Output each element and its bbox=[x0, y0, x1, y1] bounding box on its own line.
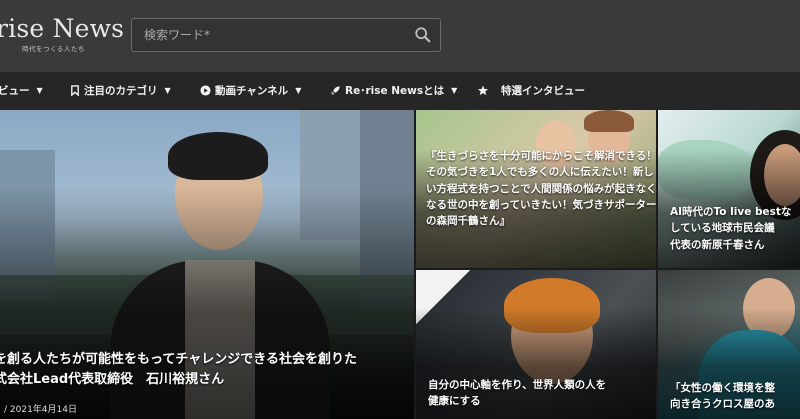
nav-item-label: 特選インタビュー bbox=[501, 85, 585, 97]
site-header: rise News 時代をつくる人たち bbox=[0, 0, 800, 72]
nav-item-label: 動画チャンネル bbox=[215, 85, 289, 97]
bookmark-icon bbox=[71, 85, 79, 96]
chevron-down-icon: ▼ bbox=[295, 86, 302, 95]
nav-item-about[interactable]: Re･rise Newsとは ▼ bbox=[330, 83, 457, 98]
search-box bbox=[131, 18, 441, 52]
article-card-health[interactable]: 自分の中心軸を作り、世界人類の人を 健康にする bbox=[416, 270, 656, 419]
rocket-icon bbox=[330, 86, 340, 96]
article-title[interactable]: AI時代のTo live bestな している地球市民会議 代表の新原千春さん bbox=[670, 204, 800, 253]
nav-item-special-interview[interactable]: 特選インタビュー bbox=[477, 83, 585, 98]
search-icon[interactable] bbox=[414, 26, 432, 44]
chevron-down-icon: ▼ bbox=[36, 86, 43, 95]
search-input[interactable] bbox=[132, 19, 402, 51]
article-title[interactable]: 『生きづらさを十分可能にからこそ解消できる！その気づきを1人でも多くの人に伝えた… bbox=[426, 148, 656, 229]
article-card-morioka[interactable]: 『生きづらさを十分可能にからこそ解消できる！その気づきを1人でも多くの人に伝えた… bbox=[416, 110, 656, 268]
chevron-down-icon: ▼ bbox=[451, 86, 458, 95]
star-icon bbox=[477, 85, 489, 96]
nav-item-video-channel[interactable]: 動画チャンネル ▼ bbox=[200, 83, 301, 98]
nav-item-interview[interactable]: ビュー ▼ bbox=[0, 83, 43, 98]
nav-item-label: 注目のカテゴリ bbox=[84, 85, 158, 97]
chevron-down-icon: ▼ bbox=[164, 86, 171, 95]
article-card-niihara[interactable]: AI時代のTo live bestな している地球市民会議 代表の新原千春さん bbox=[658, 110, 800, 268]
play-circle-icon bbox=[200, 85, 211, 96]
site-logo[interactable]: rise News bbox=[0, 14, 124, 43]
article-date: / 2021年4月14日 bbox=[4, 405, 77, 415]
main-nav: ビュー ▼ 注目のカテゴリ ▼ 動画チャンネル ▼ Re･rise Newsとは… bbox=[0, 72, 800, 110]
nav-item-label: Re･rise Newsとは bbox=[345, 85, 445, 97]
article-title[interactable]: を創る人たちが可能性をもってチャレンジできる社会を創りた 式会社Lead代表取締… bbox=[0, 350, 414, 390]
article-title[interactable]: 自分の中心軸を作り、世界人類の人を 健康にする bbox=[428, 377, 656, 410]
site-tagline: 時代をつくる人たち bbox=[22, 45, 85, 53]
nav-item-featured-categories[interactable]: 注目のカテゴリ ▼ bbox=[70, 83, 171, 98]
nav-item-label: ビュー bbox=[0, 85, 30, 97]
article-title[interactable]: 「女性の働く環境を整 向き合うクロス屋のあ bbox=[670, 380, 800, 413]
featured-article-hero[interactable]: を創る人たちが可能性をもってチャレンジできる社会を創りた 式会社Lead代表取締… bbox=[0, 110, 414, 419]
article-card-cross-shop[interactable]: 「女性の働く環境を整 向き合うクロス屋のあ bbox=[658, 270, 800, 419]
